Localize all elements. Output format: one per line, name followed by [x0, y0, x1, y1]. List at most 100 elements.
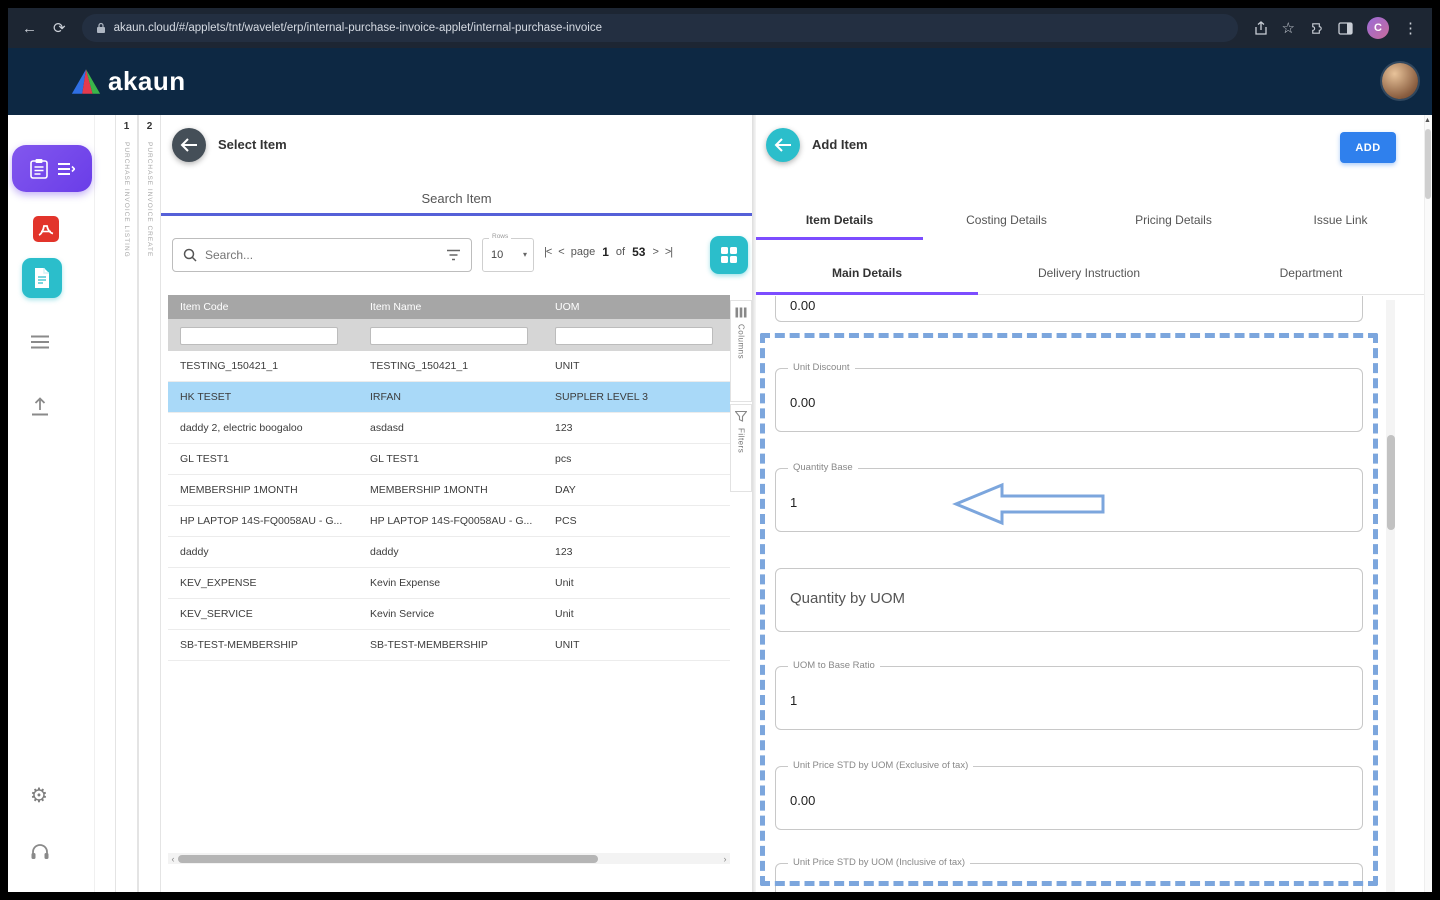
- arrow-left-icon: [774, 138, 791, 152]
- sidebar-item-purchase-invoice-applet[interactable]: [12, 145, 92, 192]
- table-cell: Unit: [555, 608, 574, 620]
- add-item-subtabs: Main Details Delivery Instruction Depart…: [756, 258, 1424, 295]
- table-cell: daddy: [370, 546, 399, 558]
- table-cell: KEV_SERVICE: [180, 608, 253, 620]
- document-icon: [35, 268, 49, 288]
- columns-icon: [735, 307, 747, 318]
- tab-issue-link[interactable]: Issue Link: [1257, 205, 1424, 240]
- sidebar-item-pdf[interactable]: [32, 215, 60, 243]
- table-row[interactable]: MEMBERSHIP 1MONTH MEMBERSHIP 1MONTH DAY: [168, 475, 730, 506]
- scrollbar-thumb[interactable]: [1425, 129, 1431, 199]
- back-icon[interactable]: ←: [22, 21, 37, 36]
- table-row[interactable]: SB-TEST-MEMBERSHIP SB-TEST-MEMBERSHIP UNIT: [168, 630, 730, 661]
- table-cell: 123: [555, 546, 573, 558]
- next-page-icon[interactable]: >: [652, 246, 659, 258]
- sidebar-item-settings[interactable]: ⚙: [30, 783, 48, 808]
- grid-view-button[interactable]: [710, 236, 748, 274]
- app-header: akaun: [8, 48, 1432, 115]
- field-unit-price-std-inclusive[interactable]: Unit Price STD by UOM (Inclusive of tax): [775, 857, 1363, 892]
- table-cell: PCS: [555, 515, 577, 527]
- side-panel-icon[interactable]: [1338, 21, 1353, 35]
- user-avatar[interactable]: [1382, 63, 1418, 99]
- field-unit-price-std-exclusive[interactable]: Unit Price STD by UOM (Exclusive of tax)…: [775, 760, 1363, 830]
- chevron-down-icon: ▾: [522, 250, 527, 259]
- workflow-step-1[interactable]: 1 PURCHASE INVOICE LISTING: [115, 115, 138, 892]
- tab-pricing-details[interactable]: Pricing Details: [1090, 205, 1257, 240]
- field-quantity-by-uom[interactable]: Quantity by UOM: [775, 568, 1363, 632]
- scroll-up-icon[interactable]: ▲: [1423, 117, 1432, 124]
- filter-input-item-code[interactable]: [180, 326, 338, 345]
- akaun-logo-icon: [71, 69, 101, 94]
- add-item-back-button[interactable]: [766, 128, 800, 162]
- table-row[interactable]: HP LAPTOP 14S-FQ0058AU - G... HP LAPTOP 1…: [168, 506, 730, 537]
- table-row[interactable]: HK TESET IRFAN SUPPLER LEVEL 3: [168, 382, 730, 413]
- lock-icon: [96, 22, 105, 33]
- pagination: |< < page 1 of 53 > >|: [544, 245, 712, 259]
- column-header-item-code[interactable]: Item Code: [168, 301, 358, 313]
- item-table: Item Code Item Name UOM TESTING_150421_1…: [168, 295, 730, 661]
- first-page-icon[interactable]: |<: [544, 246, 552, 258]
- browser-profile-avatar[interactable]: C: [1367, 17, 1389, 39]
- subtab-main-details[interactable]: Main Details: [756, 258, 978, 295]
- table-horizontal-scrollbar[interactable]: ‹ ›: [168, 853, 730, 864]
- field-label: Unit Price STD by UOM (Exclusive of tax): [788, 760, 974, 771]
- columns-toggle-button[interactable]: Columns: [730, 300, 752, 402]
- bookmark-star-icon[interactable]: ☆: [1282, 21, 1295, 36]
- filter-input-uom[interactable]: [555, 326, 713, 345]
- select-item-back-button[interactable]: [172, 128, 206, 162]
- tab-item-details[interactable]: Item Details: [756, 205, 923, 240]
- table-row[interactable]: GL TEST1 GL TEST1 pcs: [168, 444, 730, 475]
- sidebar-item-document[interactable]: [22, 258, 62, 298]
- scroll-right-icon[interactable]: ›: [720, 854, 730, 864]
- field-quantity-base[interactable]: Quantity Base 1: [775, 462, 1363, 532]
- kebab-menu-icon[interactable]: ⋮: [1403, 21, 1418, 36]
- filters-toggle-button[interactable]: Filters: [730, 404, 752, 492]
- table-body: TESTING_150421_1 TESTING_150421_1 UNIT HK T…: [168, 351, 730, 661]
- filter-list-icon[interactable]: [446, 249, 461, 261]
- table-cell: Kevin Expense: [370, 577, 441, 589]
- sidebar-item-list[interactable]: [30, 335, 50, 349]
- sidebar-item-support[interactable]: [30, 843, 50, 862]
- field-partial-top[interactable]: 0.00: [775, 296, 1363, 322]
- subtab-delivery-instruction[interactable]: Delivery Instruction: [978, 258, 1200, 294]
- scrollbar-thumb[interactable]: [1386, 435, 1395, 530]
- sidebar-item-upload[interactable]: [30, 397, 50, 416]
- tab-costing-details[interactable]: Costing Details: [923, 205, 1090, 240]
- table-row[interactable]: daddy 2, electric boogaloo asdasd 123: [168, 413, 730, 444]
- scroll-left-icon[interactable]: ‹: [168, 854, 178, 864]
- field-uom-to-base-ratio[interactable]: UOM to Base Ratio 1: [775, 660, 1363, 730]
- url-bar[interactable]: akaun.cloud/#/applets/tnt/wavelet/erp/in…: [81, 14, 1238, 42]
- add-button[interactable]: ADD: [1340, 132, 1396, 163]
- browser-chrome: ← ⟳ akaun.cloud/#/applets/tnt/wavelet/er…: [8, 8, 1432, 48]
- rows-per-page-select[interactable]: Rows 10 ▾: [482, 233, 534, 272]
- columns-label: Columns: [736, 324, 746, 360]
- page-scrollbar[interactable]: [1424, 115, 1432, 892]
- column-header-item-name[interactable]: Item Name: [358, 301, 543, 313]
- share-icon[interactable]: [1254, 20, 1268, 36]
- subtab-department[interactable]: Department: [1200, 258, 1422, 294]
- table-row[interactable]: KEV_SERVICE Kevin Service Unit: [168, 599, 730, 630]
- table-cell: KEV_EXPENSE: [180, 577, 257, 589]
- table-cell: UNIT: [555, 360, 580, 372]
- filter-input-item-name[interactable]: [370, 326, 528, 345]
- panel-divider-rule: [161, 213, 752, 216]
- step-label: PURCHASE INVOICE LISTING: [123, 142, 130, 258]
- workflow-step-2[interactable]: 2 PURCHASE INVOICE CREATE: [138, 115, 161, 892]
- table-cell: Unit: [555, 577, 574, 589]
- refresh-icon[interactable]: ⟳: [53, 21, 66, 36]
- table-cell: GL TEST1: [370, 453, 420, 465]
- form-vertical-scrollbar[interactable]: [1386, 300, 1395, 892]
- search-input[interactable]: [205, 248, 438, 262]
- field-unit-discount[interactable]: Unit Discount 0.00: [775, 362, 1363, 432]
- table-cell: Kevin Service: [370, 608, 435, 620]
- table-row[interactable]: KEV_EXPENSE Kevin Expense Unit: [168, 568, 730, 599]
- scrollbar-thumb[interactable]: [178, 854, 598, 863]
- table-row[interactable]: daddy daddy 123: [168, 537, 730, 568]
- extensions-puzzle-icon[interactable]: [1309, 21, 1324, 36]
- table-row[interactable]: TESTING_150421_1 TESTING_150421_1 UNIT: [168, 351, 730, 382]
- step-number: 1: [123, 121, 130, 132]
- column-header-uom[interactable]: UOM: [543, 301, 730, 313]
- prev-page-icon[interactable]: <: [558, 246, 565, 258]
- funnel-icon: [735, 411, 747, 422]
- last-page-icon[interactable]: >|: [665, 246, 673, 258]
